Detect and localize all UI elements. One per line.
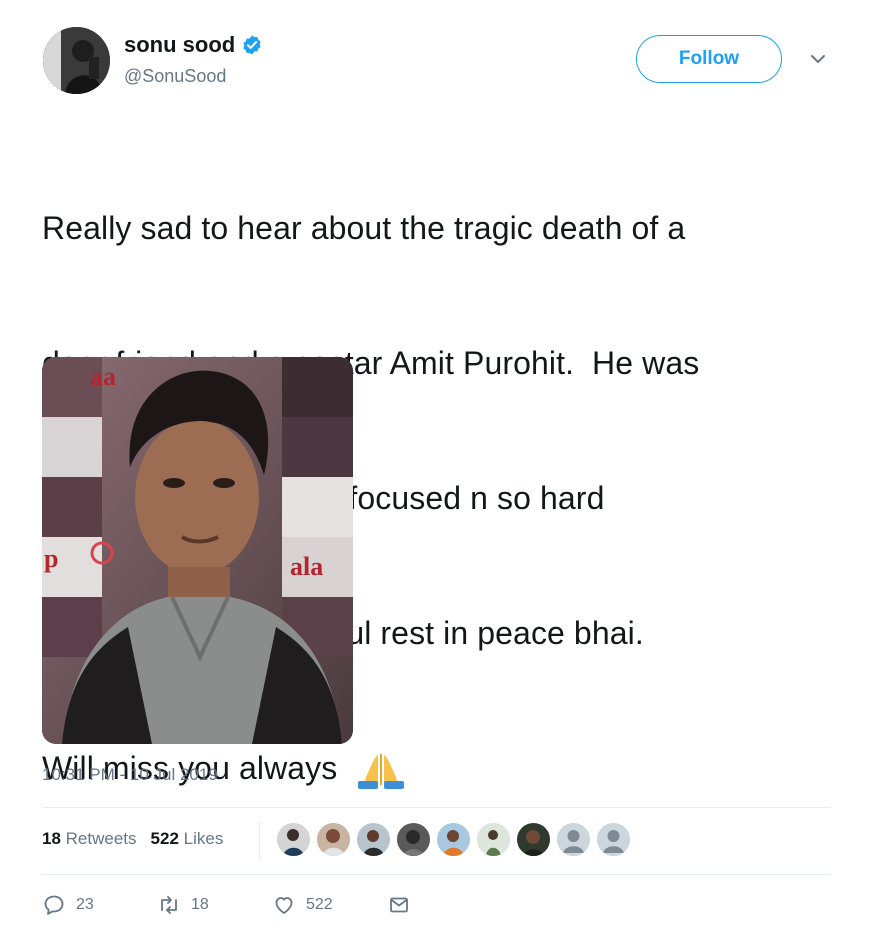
- reply-icon: [44, 895, 64, 915]
- reply-button[interactable]: 23: [42, 893, 157, 917]
- svg-text:ala: ala: [290, 552, 323, 581]
- engagement-stats: 18 Retweets 522 Likes: [42, 829, 223, 849]
- like-button[interactable]: 522: [272, 893, 387, 917]
- retweets-count: 18: [42, 829, 61, 848]
- liker-avatar[interactable]: [397, 823, 430, 856]
- direct-message-button[interactable]: [387, 893, 411, 917]
- photo-image: aa ala p: [42, 357, 353, 744]
- svg-text:p: p: [44, 544, 58, 573]
- likes-count: 522: [150, 829, 179, 848]
- chevron-down-icon[interactable]: [808, 52, 828, 66]
- divider: [42, 874, 831, 875]
- liker-avatar[interactable]: [437, 823, 470, 856]
- profile-photo: [43, 27, 110, 94]
- likers-avatars: [277, 823, 630, 856]
- retweets-stat[interactable]: 18 Retweets: [42, 829, 137, 849]
- envelope-icon: [390, 897, 408, 913]
- verified-badge-icon: [243, 35, 261, 55]
- liker-avatar[interactable]: [277, 823, 310, 856]
- tweet-line: Really sad to hear about the tragic deat…: [42, 210, 686, 246]
- tweet-photo[interactable]: aa ala p: [42, 357, 353, 744]
- retweets-label: Retweets: [65, 829, 137, 848]
- heart-icon: [275, 897, 293, 914]
- divider: [42, 807, 831, 808]
- tweet-timestamp[interactable]: 10:31 PM - 10 Jul 2019: [42, 765, 218, 785]
- default-avatar-icon[interactable]: [557, 823, 590, 856]
- retweet-count: 18: [191, 896, 209, 913]
- avatar[interactable]: [43, 27, 110, 94]
- liker-avatar[interactable]: [357, 823, 390, 856]
- liker-avatar[interactable]: [477, 823, 510, 856]
- follow-button[interactable]: Follow: [636, 35, 782, 83]
- retweet-icon: [161, 896, 177, 914]
- liker-avatar[interactable]: [317, 823, 350, 856]
- svg-text:aa: aa: [90, 362, 116, 391]
- default-avatar-icon[interactable]: [597, 823, 630, 856]
- folded-hands-emoji: [358, 753, 405, 789]
- likes-label: Likes: [183, 829, 224, 848]
- user-name-row: sonu sood: [124, 32, 263, 58]
- stats-separator: [259, 822, 260, 860]
- retweet-button[interactable]: 18: [157, 893, 272, 917]
- user-handle[interactable]: @SonuSood: [124, 66, 226, 87]
- reply-count: 23: [76, 896, 94, 913]
- display-name[interactable]: sonu sood: [124, 32, 235, 58]
- liker-avatar[interactable]: [517, 823, 550, 856]
- like-count: 522: [306, 896, 333, 913]
- likes-stat[interactable]: 522 Likes: [151, 829, 224, 849]
- tweet-actions: 23 18 522: [42, 893, 411, 917]
